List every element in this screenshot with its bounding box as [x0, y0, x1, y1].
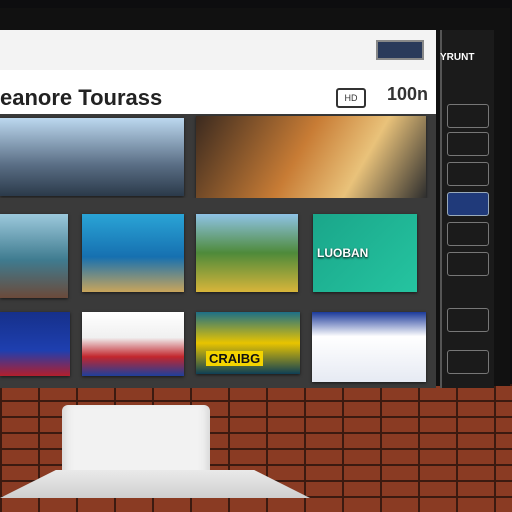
tv-frame: eanore Tourass HD 100n LUOBAN CRAIBG YRU…	[0, 8, 510, 388]
page-title: eanore Tourass	[0, 85, 163, 110]
side-panel-title: YRUNT	[440, 52, 475, 63]
side-item-2[interactable]	[447, 132, 489, 156]
hd-badge: HD	[336, 88, 366, 108]
side-item-7[interactable]	[447, 308, 489, 332]
side-item-3[interactable]	[447, 162, 489, 186]
tile-info-page[interactable]	[312, 312, 426, 382]
side-item-1[interactable]	[447, 104, 489, 128]
side-item-6[interactable]	[447, 252, 489, 276]
tile-beach[interactable]	[82, 214, 184, 292]
count-label: 100n	[386, 84, 428, 104]
top-bar	[0, 30, 436, 70]
tile-harbor[interactable]	[0, 214, 68, 298]
tv-screen: eanore Tourass HD 100n LUOBAN CRAIBG	[0, 30, 436, 388]
tile-flag-banner[interactable]	[82, 312, 184, 376]
side-item-8[interactable]	[447, 350, 489, 374]
tile-countryside[interactable]	[196, 214, 298, 292]
side-item-4[interactable]	[447, 192, 489, 216]
tile-luoban[interactable]: LUOBAN	[313, 214, 417, 292]
tile-sunset-bridge[interactable]	[196, 116, 426, 198]
tile-blue-poster[interactable]	[0, 312, 70, 376]
window-thumbnail-icon[interactable]	[376, 40, 424, 60]
side-item-5[interactable]	[447, 222, 489, 246]
tile-cityscape[interactable]	[0, 118, 184, 196]
tile-craibg[interactable]: CRAIBG	[196, 312, 300, 374]
page-header: eanore Tourass	[0, 78, 436, 118]
